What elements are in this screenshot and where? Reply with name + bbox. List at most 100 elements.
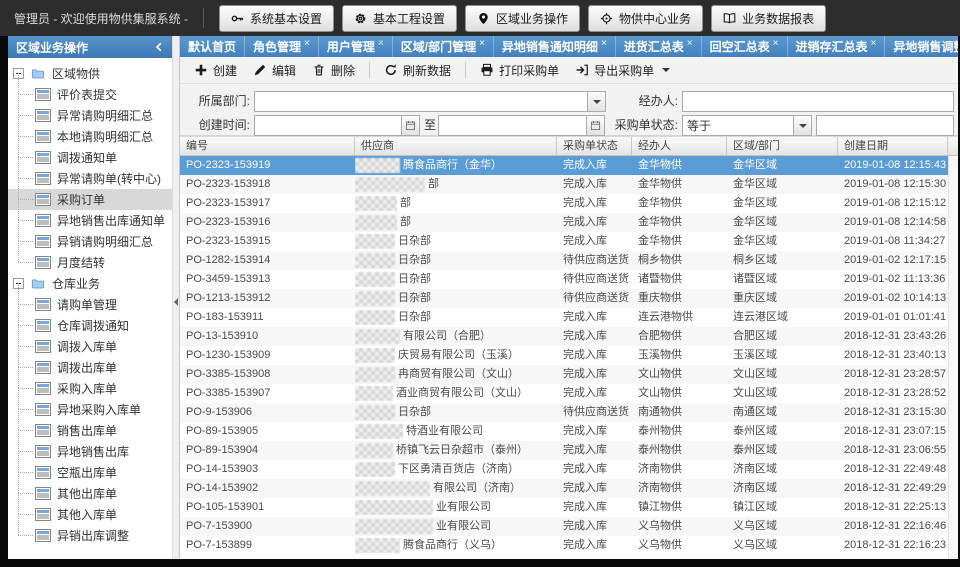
table-row[interactable]: PO-3385-153907 酒业商贸有限公司（文山） 完成入库 文山物供 文山… [180,384,948,403]
status-operator-trigger[interactable] [793,116,811,135]
tree-item[interactable]: 异地销售出库 [8,441,172,462]
table-row[interactable]: PO-13-153910 有限公司（合肥） 完成入库 合肥物供 合肥区域 201… [180,327,948,346]
column-header[interactable]: 经办人 [632,137,727,155]
menubar-button-location-pin[interactable]: 区域业务操作 [465,5,580,32]
tree-item[interactable]: 采购订单 [8,189,172,210]
tree-item[interactable]: 本地请购明细汇总 [8,126,172,147]
tree-item[interactable]: 异销请购明细汇总 [8,231,172,252]
column-header[interactable]: 采购单状态 [557,137,632,155]
table-row[interactable]: PO-183-153911 日杂部 完成入库 连云港物供 连云港区域 2019-… [180,308,948,327]
tab-close-icon[interactable]: × [479,38,485,49]
toolbar-button-printer[interactable]: 打印采购单 [472,59,567,82]
status-value-input[interactable] [817,116,953,135]
menubar-button-key[interactable]: 系统基本设置 [219,5,334,32]
tree-item[interactable]: 异常请购明细汇总 [8,105,172,126]
table-row[interactable]: PO-3385-153908 冉商贸有限公司（文山） 完成入库 文山物供 文山区… [180,365,948,384]
toolbar-button-pencil[interactable]: 编辑 [245,59,304,82]
tab[interactable]: 进货汇总表 × [616,36,702,57]
menubar-button-book[interactable]: 业务数据报表 [711,5,826,32]
tab-close-icon[interactable]: × [687,38,693,49]
tab-label: 区域/部门管理 [401,38,476,55]
table-row[interactable]: PO-7-153899 腾食品商行（义乌） 完成入库 义乌物供 义乌区域 201… [180,536,948,555]
tree-group[interactable]: 仓库业务 [8,273,172,294]
printer-icon [480,63,494,77]
toolbar-button-refresh[interactable]: 刷新数据 [376,59,459,82]
table-row[interactable]: PO-14-153902 有限公司（济南） 完成入库 济南物供 济南区域 201… [180,479,948,498]
chevron-left-icon[interactable] [154,42,164,52]
tree-item[interactable]: 异销出库调整 [8,525,172,546]
column-header[interactable]: 创建日期 [838,137,948,155]
status-value-field[interactable] [816,115,954,136]
sidebar-splitter[interactable] [172,36,180,559]
tree-item[interactable]: 调拨入库单 [8,336,172,357]
date-from-picker-trigger[interactable] [401,116,419,135]
date-from-field[interactable] [254,115,420,136]
table-row[interactable]: PO-2323-153918 部 完成入库 金华物供 金华区域 2019-01-… [180,175,948,194]
table-row[interactable]: PO-7-153900 业有限公司 完成入库 义乌物供 义乌区域 2018-12… [180,517,948,536]
tree-item[interactable]: 其他出库单 [8,483,172,504]
table-row[interactable]: PO-1230-153909 庆贸易有限公司（玉溪） 完成入库 玉溪物供 玉溪区… [180,346,948,365]
tab-close-icon[interactable]: × [871,38,877,49]
tab[interactable]: 异地销售调整明细 × [885,36,958,57]
agent-field[interactable] [682,91,954,112]
tab[interactable]: 异地销售通知明细 × [494,36,616,57]
department-input[interactable] [255,92,605,111]
table-row[interactable]: PO-2323-153917 部 完成入库 金华物供 金华区域 2019-01-… [180,194,948,213]
redacted-blur [355,215,397,230]
table-row[interactable]: PO-9-153906 日杂部 待供应商送货 南通物供 南通区域 2018-12… [180,403,948,422]
toolbar-button-plus[interactable]: 创建 [186,59,245,82]
table-row[interactable]: PO-89-153905 特酒业有限公司 完成入库 泰州物供 泰州区域 2018… [180,422,948,441]
tree-item[interactable]: 异地销售出库通知单 [8,210,172,231]
menubar-button-target[interactable]: 物供中心业务 [588,5,703,32]
toolbar-button-export[interactable]: 导出采购单 [567,59,678,82]
table-row[interactable]: PO-89-153904 桥镇飞云日杂超市（泰州） 完成入库 泰州物供 泰州区域… [180,441,948,460]
tree-item-label: 仓库调拨通知 [57,317,129,334]
tab[interactable]: 默认首页 [180,36,245,57]
tree-item[interactable]: 销售出库单 [8,420,172,441]
tree-item[interactable]: 异地采购入库单 [8,399,172,420]
table-scrollbar[interactable] [948,156,958,559]
menubar-button-gear[interactable]: 基本工程设置 [342,5,457,32]
table-row[interactable]: PO-3459-153913 日杂部 待供应商送货 诸暨物供 诸暨区域 2019… [180,270,948,289]
tab-close-icon[interactable]: × [304,38,310,49]
tree-item[interactable]: 仓库调拨通知 [8,315,172,336]
tree-item-label: 异地销售出库 [57,443,129,460]
supplier-label: 部 [428,175,439,194]
tree-item[interactable]: 请购单管理 [8,294,172,315]
tab-close-icon[interactable]: × [601,38,607,49]
table-row[interactable]: PO-1213-153912 日杂部 待供应商送货 重庆物供 重庆区域 2019… [180,289,948,308]
table-row[interactable]: PO-14-153903 下区勇清百货店（济南） 完成入库 济南物供 济南区域 … [180,460,948,479]
table-row[interactable]: PO-2323-153919 腾食品商行（金华） 完成入库 金华物供 金华区域 … [180,156,948,175]
column-header-label: 采购单状态 [563,140,618,152]
table-row[interactable]: PO-2323-153916 部 完成入库 金华物供 金华区域 2019-01-… [180,213,948,232]
tree-group[interactable]: 区域物供 [8,63,172,84]
tree-item[interactable]: 其他入库单 [8,504,172,525]
tab[interactable]: 角色管理 × [245,36,319,57]
column-header[interactable]: 区域/部门 [727,137,838,155]
tab[interactable]: 回空汇总表 × [702,36,788,57]
tree-item[interactable]: 采购入库单 [8,378,172,399]
tab[interactable]: 用户管理 × [319,36,393,57]
status-operator-select[interactable]: 等于 [682,115,812,136]
tree-item[interactable]: 空瓶出库单 [8,462,172,483]
column-header[interactable]: 供应商 [355,137,557,155]
table-row[interactable]: PO-2323-153915 日杂部 完成入库 金华物供 金华区域 2019-0… [180,232,948,251]
tree-item[interactable]: 评价表提交 [8,84,172,105]
tree-item[interactable]: 调拨通知单 [8,147,172,168]
tab[interactable]: 进销存汇总表 × [788,36,886,57]
supplier-label: 日杂部 [398,403,431,422]
tab[interactable]: 区域/部门管理 × [393,36,494,57]
tree-item[interactable]: 月度结转 [8,252,172,273]
tree-item[interactable]: 调拨出库单 [8,357,172,378]
tab-close-icon[interactable]: × [773,38,779,49]
table-row[interactable]: PO-1282-153914 日杂部 待供应商送货 桐乡物供 桐乡区域 2019… [180,251,948,270]
table-row[interactable]: PO-105-153901 业有限公司 完成入库 镇江物供 镇江区域 2018-… [180,498,948,517]
tab-close-icon[interactable]: × [378,38,384,49]
agent-input[interactable] [683,92,953,111]
department-select[interactable] [254,91,606,112]
tree-item[interactable]: 异常请购单(转中心) [8,168,172,189]
toolbar-button-trash[interactable]: 删除 [304,59,363,82]
date-from-input[interactable] [255,116,419,135]
column-header[interactable]: 编号 [180,137,355,155]
splitter-collapse-icon[interactable] [174,298,178,306]
